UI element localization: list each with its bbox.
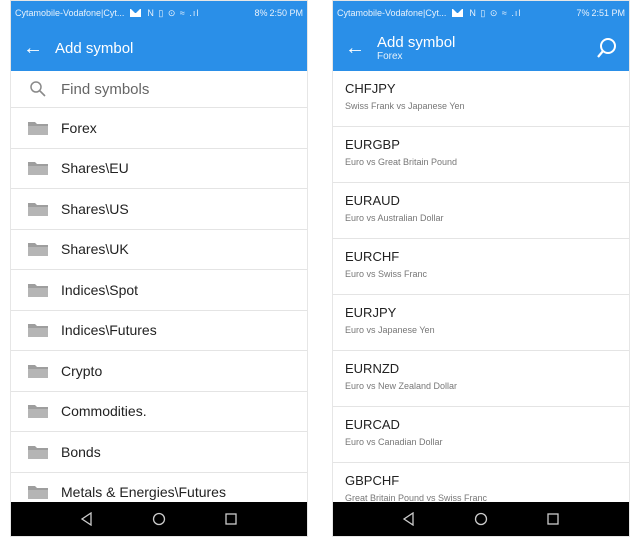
folder-label: Bonds xyxy=(61,443,101,460)
folder-item[interactable]: Indices\Spot xyxy=(11,270,307,311)
symbol-code: EURGBP xyxy=(345,137,400,152)
search-row[interactable] xyxy=(11,71,307,108)
mail-icon xyxy=(130,9,142,17)
folder-label: Indices\Spot xyxy=(61,281,139,298)
symbol-description: Euro vs New Zealand Dollar xyxy=(345,381,458,391)
folder-item[interactable]: Metals & Energies\Futures xyxy=(11,473,307,503)
nav-home-icon[interactable] xyxy=(466,509,496,529)
clock: 2:51 PM xyxy=(591,8,625,18)
symbol-description: Euro vs Swiss Franc xyxy=(345,269,428,279)
mail-icon xyxy=(452,9,464,17)
folder-icon xyxy=(28,202,48,216)
nav-back-icon[interactable] xyxy=(72,509,102,529)
folder-label: Forex xyxy=(61,119,97,136)
folder-item[interactable]: Bonds xyxy=(11,432,307,473)
folder-label: Commodities. xyxy=(61,403,147,420)
symbol-item[interactable]: EURCAD Euro vs Canadian Dollar xyxy=(333,407,629,463)
symbol-description: Euro vs Japanese Yen xyxy=(345,325,435,335)
folder-icon xyxy=(28,405,48,419)
symbol-code: GBPCHF xyxy=(345,473,400,488)
symbol-item[interactable]: EURJPY Euro vs Japanese Yen xyxy=(333,295,629,351)
nav-recents-icon[interactable] xyxy=(538,509,568,529)
symbol-item[interactable]: CHFJPY Swiss Frank vs Japanese Yen xyxy=(333,71,629,127)
system-status-icons: N ▯ ⊙ ≈ .ıl xyxy=(469,7,522,18)
category-list: Forex Shares\EU Shares\US Shares\UK Indices\… xyxy=(11,71,307,502)
symbol-code: EURCHF xyxy=(345,249,400,264)
folder-icon xyxy=(28,364,48,378)
symbol-description: Swiss Frank vs Japanese Yen xyxy=(345,101,465,111)
folder-icon xyxy=(28,445,48,459)
folder-item[interactable]: Shares\EU xyxy=(11,149,307,189)
symbol-list: CHFJPY Swiss Frank vs Japanese Yen EURGBP E… xyxy=(333,71,629,502)
symbol-item[interactable]: EURGBP Euro vs Great Britain Pound xyxy=(333,127,629,183)
nav-home-icon[interactable] xyxy=(144,509,174,529)
page-title: Add symbol xyxy=(377,33,456,51)
folder-icon xyxy=(28,162,48,176)
symbol-item[interactable]: EURCHF Euro vs Swiss Franc xyxy=(333,239,629,295)
symbol-description: Great Britain Pound vs Swiss Franc xyxy=(345,493,488,502)
symbol-description: Euro vs Great Britain Pound xyxy=(345,157,458,167)
folder-label: Shares\EU xyxy=(61,160,129,177)
folder-icon xyxy=(28,486,48,500)
forex-symbols-screen: Cytamobile-Vodafone|Cyt... N ▯ ⊙ ≈ .ıl 7… xyxy=(332,0,630,537)
symbol-description: Euro vs Australian Dollar xyxy=(345,213,444,223)
battery-level: 8% xyxy=(254,8,268,18)
folder-label: Shares\US xyxy=(61,200,129,217)
page-title: Add symbol xyxy=(55,39,134,57)
app-bar: ← Add symbol xyxy=(11,25,307,71)
search-icon xyxy=(30,81,46,97)
symbol-categories-screen: Cytamobile-Vodafone|Cyt... N ▯ ⊙ ≈ .ıl 8… xyxy=(10,0,308,537)
status-bar: Cytamobile-Vodafone|Cyt... N ▯ ⊙ ≈ .ıl 8… xyxy=(11,1,307,25)
arrow-left-icon[interactable]: ← xyxy=(345,38,367,58)
search-icon[interactable] xyxy=(595,36,619,60)
folder-list: Forex Shares\EU Shares\US Shares\UK Indices\… xyxy=(11,108,307,502)
arrow-left-icon[interactable]: ← xyxy=(23,38,45,58)
folder-item[interactable]: Forex xyxy=(11,108,307,149)
app-bar: ← Add symbol Forex xyxy=(333,25,629,71)
symbol-item[interactable]: EURNZD Euro vs New Zealand Dollar xyxy=(333,351,629,407)
folder-label: Metals & Energies\Futures xyxy=(61,484,226,501)
symbol-rows: CHFJPY Swiss Frank vs Japanese Yen EURGBP E… xyxy=(333,71,629,502)
folder-label: Shares\UK xyxy=(61,241,129,258)
symbol-code: EURAUD xyxy=(345,193,400,208)
status-bar: Cytamobile-Vodafone|Cyt... N ▯ ⊙ ≈ .ıl 7… xyxy=(333,1,629,25)
carrier-name: Cytamobile-Vodafone|Cyt... xyxy=(337,8,447,18)
clock: 2:50 PM xyxy=(269,8,303,18)
search-input[interactable] xyxy=(61,80,261,98)
nav-recents-icon[interactable] xyxy=(216,509,246,529)
folder-icon xyxy=(28,243,48,257)
symbol-code: EURJPY xyxy=(345,305,397,320)
page-subtitle: Forex xyxy=(377,50,403,62)
symbol-item[interactable]: GBPCHF Great Britain Pound vs Swiss Franc xyxy=(333,463,629,502)
folder-icon xyxy=(28,121,48,135)
folder-item[interactable]: Crypto xyxy=(11,351,307,392)
symbol-item[interactable]: EURAUD Euro vs Australian Dollar xyxy=(333,183,629,239)
symbol-description: Euro vs Canadian Dollar xyxy=(345,437,443,447)
system-nav-bar xyxy=(11,502,307,536)
folder-icon xyxy=(28,324,48,338)
system-status-icons: N ▯ ⊙ ≈ .ıl xyxy=(147,7,200,18)
carrier-name: Cytamobile-Vodafone|Cyt... xyxy=(15,8,125,18)
folder-item[interactable]: Shares\UK xyxy=(11,230,307,270)
battery-level: 7% xyxy=(576,8,590,18)
folder-item[interactable]: Indices\Futures xyxy=(11,311,307,351)
folder-label: Crypto xyxy=(61,362,103,379)
symbol-code: CHFJPY xyxy=(345,81,396,96)
symbol-code: EURCAD xyxy=(345,417,400,432)
system-nav-bar xyxy=(333,502,629,536)
nav-back-icon[interactable] xyxy=(394,509,424,529)
folder-icon xyxy=(28,283,48,297)
folder-item[interactable]: Commodities. xyxy=(11,392,307,432)
folder-item[interactable]: Shares\US xyxy=(11,189,307,230)
folder-label: Indices\Futures xyxy=(61,322,157,339)
symbol-code: EURNZD xyxy=(345,361,400,376)
